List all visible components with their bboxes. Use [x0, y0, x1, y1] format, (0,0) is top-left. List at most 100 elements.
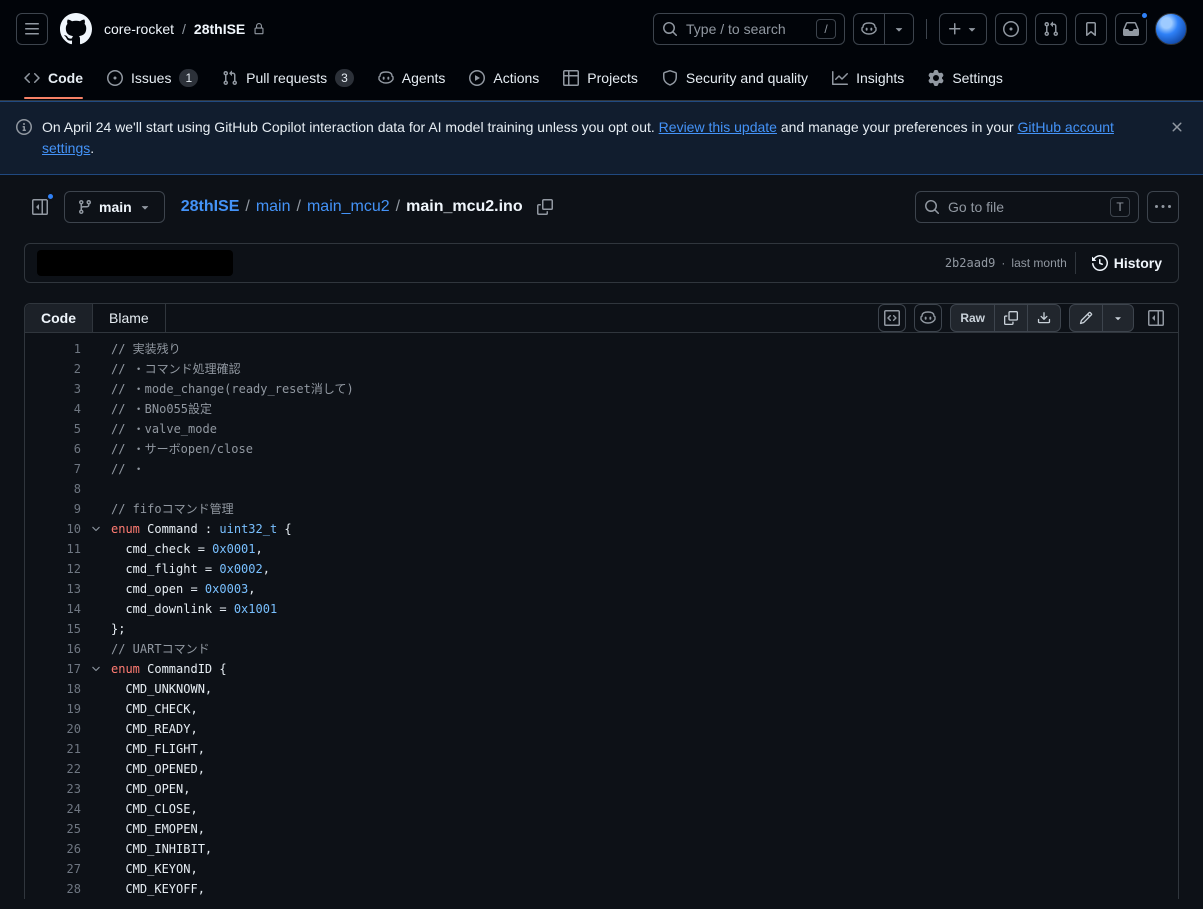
line-number[interactable]: 17: [25, 659, 81, 679]
code-text: // ・: [111, 459, 1178, 479]
gear-icon: [928, 70, 944, 86]
raw-button[interactable]: Raw: [951, 305, 994, 331]
fold-toggle[interactable]: [81, 519, 111, 539]
pull-requests-button[interactable]: [1035, 13, 1067, 45]
breadcrumb-branch-link[interactable]: main: [256, 198, 291, 216]
tab-label: Settings: [952, 70, 1003, 86]
line-number[interactable]: 16: [25, 639, 81, 659]
line-number[interactable]: 14: [25, 599, 81, 619]
line-number[interactable]: 27: [25, 859, 81, 879]
line-number[interactable]: 21: [25, 739, 81, 759]
branch-selector-button[interactable]: main: [64, 191, 165, 223]
git-pull-request-icon: [222, 70, 238, 86]
global-search-input[interactable]: [686, 21, 808, 37]
copy-raw-button[interactable]: [994, 305, 1027, 331]
line-number[interactable]: 3: [25, 379, 81, 399]
banner-text-end: .: [90, 140, 94, 156]
fold-spacer: [81, 619, 111, 639]
line-number[interactable]: 28: [25, 879, 81, 899]
line-number[interactable]: 19: [25, 699, 81, 719]
breadcrumb-repo-link[interactable]: 28thISE: [181, 198, 240, 216]
tab-agents[interactable]: Agents: [370, 59, 454, 99]
tab-blame-view[interactable]: Blame: [93, 304, 166, 332]
bookmark-button[interactable]: [1075, 13, 1107, 45]
banner-close-button[interactable]: [1165, 114, 1189, 138]
unread-dot: [1140, 11, 1149, 20]
tab-insights[interactable]: Insights: [824, 59, 912, 99]
issues-button[interactable]: [995, 13, 1027, 45]
more-options-button[interactable]: [1147, 191, 1179, 223]
codespaces-button[interactable]: [878, 304, 906, 332]
close-icon: [1169, 119, 1185, 135]
line-number[interactable]: 23: [25, 779, 81, 799]
review-update-link[interactable]: Review this update: [659, 119, 777, 135]
line-number[interactable]: 11: [25, 539, 81, 559]
edit-dropdown-button[interactable]: [1102, 305, 1133, 331]
file-tree-toggle-button[interactable]: [24, 191, 56, 223]
download-button[interactable]: [1027, 305, 1060, 331]
breadcrumb-dir-link[interactable]: main_mcu2: [307, 198, 390, 216]
global-search[interactable]: /: [653, 13, 845, 45]
main-content: main 28thISE / main / main_mcu2 / main_m…: [0, 175, 1203, 899]
copilot-icon: [861, 21, 877, 37]
repo-name-link[interactable]: 28thISE: [194, 21, 245, 37]
tab-projects[interactable]: Projects: [555, 59, 646, 99]
line-number[interactable]: 5: [25, 419, 81, 439]
go-to-file-input[interactable]: [948, 199, 1102, 215]
line-number[interactable]: 6: [25, 439, 81, 459]
tab-code-view[interactable]: Code: [25, 304, 93, 332]
line-number[interactable]: 25: [25, 819, 81, 839]
line-number[interactable]: 4: [25, 399, 81, 419]
edit-button[interactable]: [1070, 305, 1102, 331]
breadcrumb: 28thISE / main / main_mcu2 / main_mcu2.i…: [181, 198, 523, 216]
line-number[interactable]: 15: [25, 619, 81, 639]
line-number[interactable]: 13: [25, 579, 81, 599]
code-line: 2// ・コマンド処理確認: [25, 359, 1178, 379]
copilot-dropdown-button[interactable]: [884, 14, 913, 44]
github-logo[interactable]: [60, 13, 92, 45]
plus-icon: [947, 21, 963, 37]
notifications-inbox-button[interactable]: [1115, 13, 1147, 45]
git-branch-icon: [77, 199, 93, 215]
git-pull-request-icon: [1043, 21, 1059, 37]
tab-settings[interactable]: Settings: [920, 59, 1011, 99]
tab-actions[interactable]: Actions: [461, 59, 547, 99]
line-number[interactable]: 7: [25, 459, 81, 479]
code-line: 23 CMD_OPEN,: [25, 779, 1178, 799]
line-number[interactable]: 9: [25, 499, 81, 519]
line-number[interactable]: 20: [25, 719, 81, 739]
hamburger-icon: [24, 21, 40, 37]
tab-pull-requests[interactable]: Pull requests 3: [214, 58, 362, 100]
copilot-code-button[interactable]: [914, 304, 942, 332]
code-text: enum Command : uint32_t {: [111, 519, 1178, 539]
go-to-file[interactable]: T: [915, 191, 1139, 223]
line-number[interactable]: 10: [25, 519, 81, 539]
table-icon: [563, 70, 579, 86]
line-number[interactable]: 26: [25, 839, 81, 859]
line-number[interactable]: 1: [25, 339, 81, 359]
create-new-button[interactable]: [939, 13, 987, 45]
hamburger-button[interactable]: [16, 13, 48, 45]
fold-toggle[interactable]: [81, 659, 111, 679]
line-number[interactable]: 8: [25, 479, 81, 499]
avatar[interactable]: [1155, 13, 1187, 45]
line-number[interactable]: 22: [25, 759, 81, 779]
graph-icon: [832, 70, 848, 86]
code-line: 10 enum Command : uint32_t {: [25, 519, 1178, 539]
symbols-panel-button[interactable]: [1142, 304, 1170, 332]
code-text: CMD_UNKNOWN,: [111, 679, 1178, 699]
line-number[interactable]: 18: [25, 679, 81, 699]
commit-sha-link[interactable]: 2b2aad9: [945, 256, 996, 270]
copilot-button[interactable]: [854, 14, 884, 44]
copy-path-button[interactable]: [533, 195, 557, 219]
tab-code[interactable]: Code: [16, 59, 91, 99]
commit-bar-divider: [1075, 252, 1076, 274]
line-number[interactable]: 2: [25, 359, 81, 379]
line-number[interactable]: 12: [25, 559, 81, 579]
tab-issues[interactable]: Issues 1: [99, 58, 206, 100]
history-button[interactable]: History: [1084, 251, 1170, 275]
fold-spacer: [81, 479, 111, 499]
repo-owner-link[interactable]: core-rocket: [104, 21, 174, 37]
tab-security[interactable]: Security and quality: [654, 59, 816, 99]
line-number[interactable]: 24: [25, 799, 81, 819]
